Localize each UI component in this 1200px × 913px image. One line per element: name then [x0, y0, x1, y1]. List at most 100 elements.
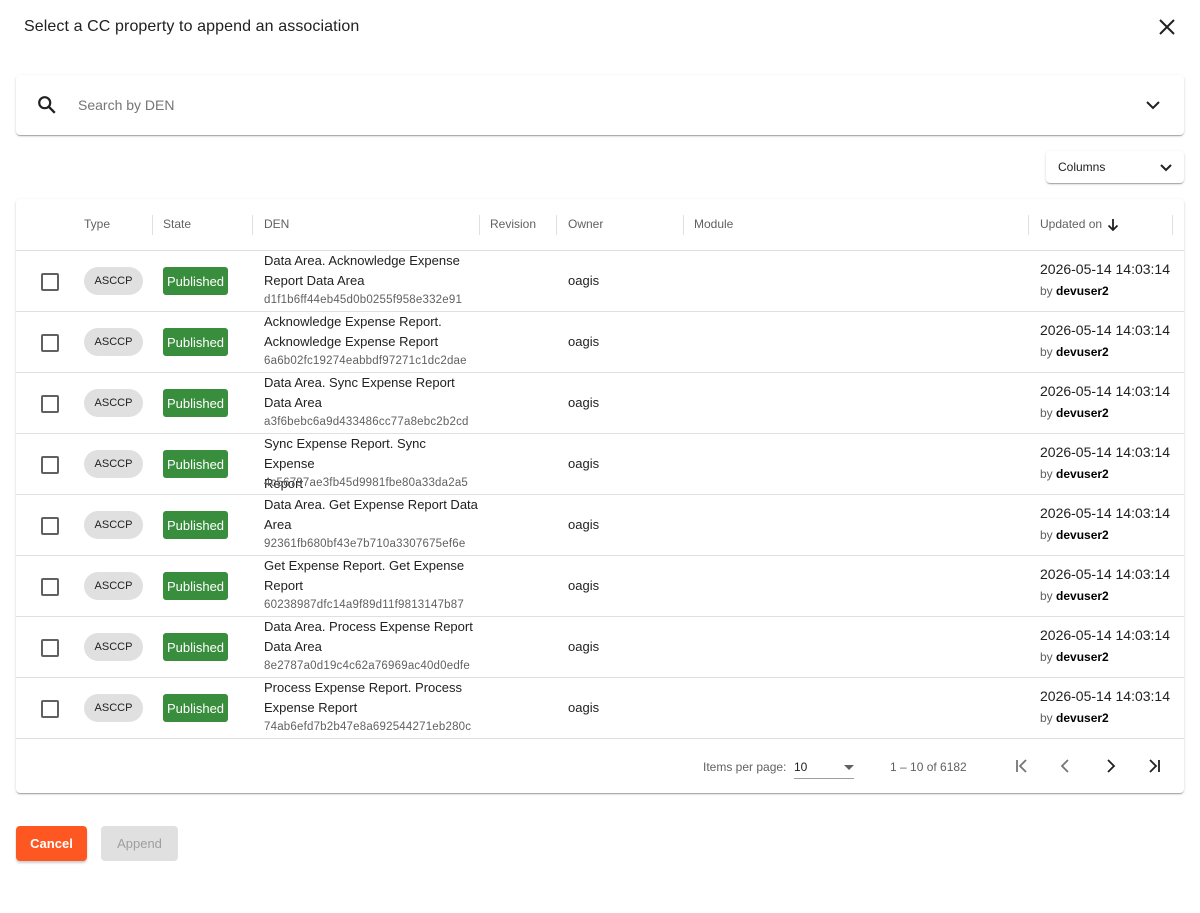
- table-header: Type State DEN Revision Owner Module Upd…: [16, 199, 1184, 251]
- first-page-button[interactable]: [1010, 754, 1034, 778]
- type-chip: ASCCP: [84, 694, 143, 722]
- column-divider: [556, 215, 557, 235]
- den-line: Data Area. Acknowledge Expense: [264, 253, 460, 268]
- den-line: Get Expense Report. Get Expense: [264, 558, 465, 573]
- updated-by-user: devuser2: [1056, 650, 1109, 664]
- den-text[interactable]: Acknowledge Expense Report. Acknowledge E…: [264, 312, 480, 352]
- state-badge: Published: [163, 511, 228, 539]
- next-page-button[interactable]: [1098, 754, 1122, 778]
- row-checkbox[interactable]: [41, 334, 59, 352]
- header-type[interactable]: Type: [84, 217, 110, 231]
- close-icon[interactable]: [1158, 18, 1176, 36]
- updated-timestamp: 2026-05-14 14:03:14: [1040, 383, 1170, 399]
- row-checkbox[interactable]: [41, 578, 59, 596]
- header-den[interactable]: DEN: [264, 217, 289, 231]
- table-row[interactable]: ASCCP Published Data Area. Process Expense…: [16, 617, 1184, 678]
- updated-by-user: devuser2: [1056, 284, 1109, 298]
- den-line: Area: [264, 517, 292, 532]
- updated-by-prefix: by: [1040, 345, 1053, 359]
- updated-timestamp: 2026-05-14 14:03:14: [1040, 505, 1170, 521]
- owner-cell: oagis: [568, 273, 600, 288]
- header-revision[interactable]: Revision: [490, 217, 536, 231]
- append-button[interactable]: Append: [101, 826, 178, 861]
- table-row[interactable]: ASCCP Published Data Area. Get Expense Rep…: [16, 495, 1184, 556]
- den-text[interactable]: Data Area. Process Expense Report Data Ar…: [264, 617, 480, 657]
- column-divider: [479, 215, 480, 235]
- row-checkbox[interactable]: [41, 395, 59, 413]
- updated-by: by devuser2: [1040, 528, 1109, 542]
- owner-cell: oagis: [568, 578, 600, 593]
- updated-by-user: devuser2: [1056, 406, 1109, 420]
- table-row[interactable]: ASCCP Published Get Expense Report. Get Ex…: [16, 556, 1184, 617]
- den-line: Report: [264, 578, 304, 593]
- dropdown-arrow-icon: [844, 765, 854, 770]
- type-chip: ASCCP: [84, 328, 143, 356]
- row-checkbox[interactable]: [41, 273, 59, 291]
- header-owner[interactable]: Owner: [568, 217, 603, 231]
- owner-cell: oagis: [568, 639, 600, 654]
- owner-cell: oagis: [568, 334, 600, 349]
- row-checkbox[interactable]: [41, 456, 59, 474]
- column-divider: [683, 215, 684, 235]
- updated-timestamp: 2026-05-14 14:03:14: [1040, 627, 1170, 643]
- den-text[interactable]: Process Expense Report. Process Expense R…: [264, 678, 480, 718]
- last-page-button[interactable]: [1142, 754, 1166, 778]
- state-badge: Published: [163, 450, 228, 478]
- state-badge: Published: [163, 633, 228, 661]
- row-checkbox[interactable]: [41, 639, 59, 657]
- dialog-title: Select a CC property to append an associ…: [24, 18, 360, 35]
- updated-timestamp: 2026-05-14 14:03:14: [1040, 566, 1170, 582]
- den-line: Expense Report: [264, 700, 358, 715]
- table-row[interactable]: ASCCP Published Process Expense Report. Pr…: [16, 678, 1184, 739]
- den-guid: 8e2787a0d19c4c62a76969ac40d0edfe: [264, 660, 470, 672]
- state-badge: Published: [163, 389, 228, 417]
- state-badge: Published: [163, 328, 228, 356]
- table-row[interactable]: ASCCP Published Data Area. Sync Expense Re…: [16, 373, 1184, 434]
- header-state[interactable]: State: [163, 217, 191, 231]
- previous-page-button[interactable]: [1054, 754, 1078, 778]
- type-chip: ASCCP: [84, 572, 143, 600]
- search-input[interactable]: [78, 93, 1078, 117]
- arrow-down-icon[interactable]: [1106, 218, 1120, 232]
- updated-by-prefix: by: [1040, 284, 1053, 298]
- columns-button[interactable]: Columns: [1046, 151, 1184, 183]
- header-updated-on[interactable]: Updated on: [1040, 217, 1102, 231]
- state-badge: Published: [163, 694, 228, 722]
- chevron-down-icon[interactable]: [1143, 95, 1163, 115]
- items-per-page-select[interactable]: 10: [794, 757, 854, 779]
- row-checkbox[interactable]: [41, 517, 59, 535]
- table-row[interactable]: ASCCP Published Sync Expense Report. Sync …: [16, 434, 1184, 495]
- first-page-icon: [1016, 759, 1027, 773]
- updated-by: by devuser2: [1040, 589, 1109, 603]
- column-divider: [1028, 215, 1029, 235]
- den-line: Acknowledge Expense Report: [264, 334, 439, 349]
- cancel-button[interactable]: Cancel: [16, 826, 87, 861]
- den-text[interactable]: Data Area. Get Expense Report Data Area: [264, 495, 480, 535]
- header-module[interactable]: Module: [694, 217, 733, 231]
- den-line: Report Data Area: [264, 273, 365, 288]
- updated-timestamp: 2026-05-14 14:03:14: [1040, 322, 1170, 338]
- updated-by: by devuser2: [1040, 345, 1109, 359]
- chevron-down-icon: [1160, 164, 1172, 172]
- table-row[interactable]: ASCCP Published Data Area. Acknowledge Exp…: [16, 251, 1184, 312]
- type-chip: ASCCP: [84, 450, 143, 478]
- den-text[interactable]: Data Area. Sync Expense Report Data Area: [264, 373, 480, 413]
- owner-cell: oagis: [568, 456, 600, 471]
- results-table: Type State DEN Revision Owner Module Upd…: [16, 199, 1184, 793]
- updated-by: by devuser2: [1040, 467, 1109, 481]
- den-line: Data Area. Get Expense Report Data: [264, 497, 478, 512]
- items-per-page-label: Items per page:: [703, 760, 787, 774]
- close-button[interactable]: [1152, 12, 1182, 42]
- row-checkbox[interactable]: [41, 700, 59, 718]
- updated-timestamp: 2026-05-14 14:03:14: [1040, 261, 1170, 277]
- type-chip: ASCCP: [84, 267, 143, 295]
- den-text[interactable]: Data Area. Acknowledge Expense Report Dat…: [264, 251, 480, 291]
- updated-by-user: devuser2: [1056, 467, 1109, 481]
- column-divider: [1172, 215, 1173, 235]
- den-text[interactable]: Get Expense Report. Get Expense Report: [264, 556, 480, 596]
- columns-button-label: Columns: [1058, 160, 1106, 174]
- updated-by-prefix: by: [1040, 406, 1053, 420]
- den-line: Data Area. Process Expense Report: [264, 619, 473, 634]
- type-chip: ASCCP: [84, 511, 143, 539]
- table-row[interactable]: ASCCP Published Acknowledge Expense Report…: [16, 312, 1184, 373]
